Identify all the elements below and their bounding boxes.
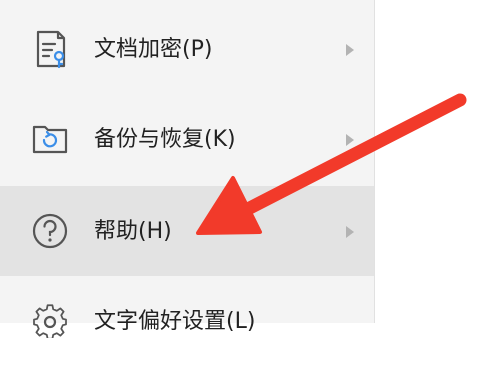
help-icon xyxy=(30,211,70,251)
settings-gear-icon xyxy=(30,298,70,338)
menu-item-document-encryption[interactable]: 文档加密(P) xyxy=(0,4,374,94)
submenu-arrow-icon xyxy=(346,226,354,238)
submenu-arrow-icon xyxy=(346,134,354,146)
menu-item-label: 文字偏好设置(L) xyxy=(94,309,256,334)
submenu-arrow-icon xyxy=(346,44,354,56)
menu-item-label: 文档加密(P) xyxy=(94,37,213,62)
menu-item-text-preferences[interactable]: 文字偏好设置(L) xyxy=(0,278,374,368)
menu-item-label: 备份与恢复(K) xyxy=(94,127,236,152)
menu-item-label: 帮助(H) xyxy=(94,219,172,244)
document-lock-icon xyxy=(30,29,70,69)
backup-restore-icon xyxy=(30,118,70,158)
document-area xyxy=(375,0,500,323)
menu-item-help[interactable]: 帮助(H) xyxy=(0,186,374,276)
menu-item-backup-restore[interactable]: 备份与恢复(K) xyxy=(0,94,374,184)
context-menu: 文档加密(P) 备份与恢复(K) 帮助(H) 文字偏好设置(L) xyxy=(0,0,375,338)
